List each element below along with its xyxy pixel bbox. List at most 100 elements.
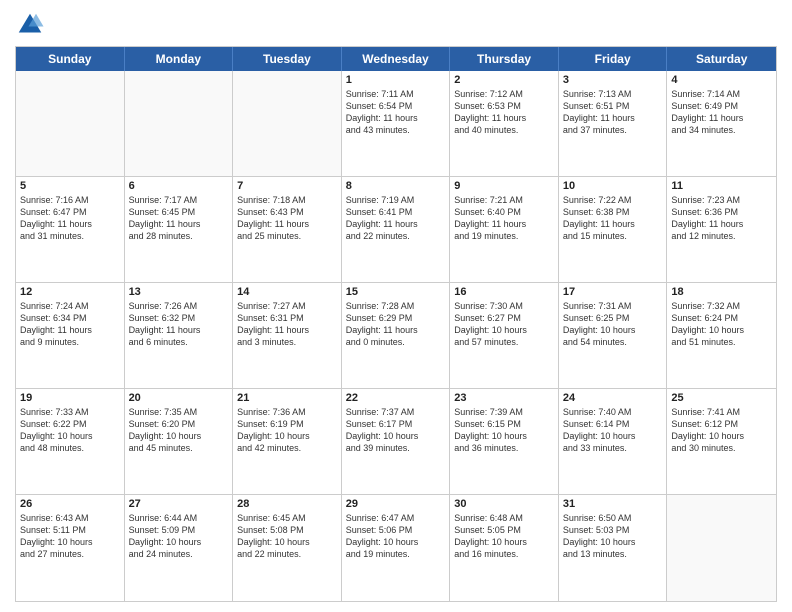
calendar-cell-w0-d5: 3 Sunrise: 7:13 AM Sunset: 6:51 PM Daylig… <box>559 71 668 176</box>
cell-day-number: 4 <box>671 74 772 86</box>
cell-info: Sunrise: 7:33 AM Sunset: 6:22 PM Dayligh… <box>20 406 120 455</box>
cell-info: Sunrise: 6:43 AM Sunset: 5:11 PM Dayligh… <box>20 512 120 561</box>
cell-day-number: 25 <box>671 392 772 404</box>
cell-day-number: 15 <box>346 286 446 298</box>
calendar-body: 1 Sunrise: 7:11 AM Sunset: 6:54 PM Daylig… <box>16 71 776 601</box>
calendar-cell-w1-d4: 9 Sunrise: 7:21 AM Sunset: 6:40 PM Daylig… <box>450 177 559 282</box>
cell-info: Sunrise: 7:26 AM Sunset: 6:32 PM Dayligh… <box>129 300 229 349</box>
cell-info: Sunrise: 7:18 AM Sunset: 6:43 PM Dayligh… <box>237 194 337 243</box>
cell-info: Sunrise: 7:22 AM Sunset: 6:38 PM Dayligh… <box>563 194 663 243</box>
cell-info: Sunrise: 7:12 AM Sunset: 6:53 PM Dayligh… <box>454 88 554 137</box>
calendar-cell-w0-d6: 4Sunrise: 7:14 AM Sunset: 6:49 PM Daylig… <box>667 71 776 176</box>
calendar-cell-w4-d6 <box>667 495 776 601</box>
cell-info: Sunrise: 6:47 AM Sunset: 5:06 PM Dayligh… <box>346 512 446 561</box>
calendar-row-3: 12 Sunrise: 7:24 AM Sunset: 6:34 PM Dayli… <box>16 283 776 389</box>
calendar-cell-w1-d2: 7Sunrise: 7:18 AM Sunset: 6:43 PM Daylig… <box>233 177 342 282</box>
calendar-cell-w4-d3: 29Sunrise: 6:47 AM Sunset: 5:06 PM Dayli… <box>342 495 451 601</box>
calendar-cell-w4-d5: 31 Sunrise: 6:50 AM Sunset: 5:03 PM Dayli… <box>559 495 668 601</box>
calendar-cell-w1-d1: 6 Sunrise: 7:17 AM Sunset: 6:45 PM Daylig… <box>125 177 234 282</box>
cell-day-number: 21 <box>237 392 337 404</box>
calendar-row-2: 5 Sunrise: 7:16 AM Sunset: 6:47 PM Daylig… <box>16 177 776 283</box>
cell-info: Sunrise: 7:24 AM Sunset: 6:34 PM Dayligh… <box>20 300 120 349</box>
cell-day-number: 23 <box>454 392 554 404</box>
cell-day-number: 8 <box>346 180 446 192</box>
cell-info: Sunrise: 7:41 AM Sunset: 6:12 PM Dayligh… <box>671 406 772 455</box>
header-day-friday: Friday <box>559 47 668 71</box>
calendar-cell-w3-d4: 23 Sunrise: 7:39 AM Sunset: 6:15 PM Dayli… <box>450 389 559 494</box>
logo <box>15 10 49 40</box>
calendar-cell-w4-d4: 30Sunrise: 6:48 AM Sunset: 5:05 PM Dayli… <box>450 495 559 601</box>
cell-day-number: 13 <box>129 286 229 298</box>
cell-day-number: 31 <box>563 498 663 510</box>
cell-day-number: 30 <box>454 498 554 510</box>
calendar-cell-w1-d5: 10 Sunrise: 7:22 AM Sunset: 6:38 PM Dayli… <box>559 177 668 282</box>
cell-day-number: 18 <box>671 286 772 298</box>
cell-day-number: 20 <box>129 392 229 404</box>
logo-icon <box>15 10 45 40</box>
cell-info: Sunrise: 7:13 AM Sunset: 6:51 PM Dayligh… <box>563 88 663 137</box>
cell-info: Sunrise: 7:17 AM Sunset: 6:45 PM Dayligh… <box>129 194 229 243</box>
cell-info: Sunrise: 7:19 AM Sunset: 6:41 PM Dayligh… <box>346 194 446 243</box>
calendar-cell-w3-d1: 20 Sunrise: 7:35 AM Sunset: 6:20 PM Dayli… <box>125 389 234 494</box>
calendar-row-4: 19 Sunrise: 7:33 AM Sunset: 6:22 PM Dayli… <box>16 389 776 495</box>
cell-info: Sunrise: 7:16 AM Sunset: 6:47 PM Dayligh… <box>20 194 120 243</box>
cell-day-number: 6 <box>129 180 229 192</box>
cell-info: Sunrise: 7:28 AM Sunset: 6:29 PM Dayligh… <box>346 300 446 349</box>
cell-info: Sunrise: 6:45 AM Sunset: 5:08 PM Dayligh… <box>237 512 337 561</box>
calendar-cell-w2-d3: 15 Sunrise: 7:28 AM Sunset: 6:29 PM Dayli… <box>342 283 451 388</box>
cell-day-number: 2 <box>454 74 554 86</box>
calendar-cell-w3-d6: 25 Sunrise: 7:41 AM Sunset: 6:12 PM Dayli… <box>667 389 776 494</box>
cell-info: Sunrise: 7:11 AM Sunset: 6:54 PM Dayligh… <box>346 88 446 137</box>
cell-info: Sunrise: 7:40 AM Sunset: 6:14 PM Dayligh… <box>563 406 663 455</box>
cell-info: Sunrise: 7:39 AM Sunset: 6:15 PM Dayligh… <box>454 406 554 455</box>
header-day-tuesday: Tuesday <box>233 47 342 71</box>
calendar-row-5: 26 Sunrise: 6:43 AM Sunset: 5:11 PM Dayli… <box>16 495 776 601</box>
calendar-cell-w1-d0: 5 Sunrise: 7:16 AM Sunset: 6:47 PM Daylig… <box>16 177 125 282</box>
calendar-cell-w4-d1: 27 Sunrise: 6:44 AM Sunset: 5:09 PM Dayli… <box>125 495 234 601</box>
cell-info: Sunrise: 7:27 AM Sunset: 6:31 PM Dayligh… <box>237 300 337 349</box>
cell-day-number: 11 <box>671 180 772 192</box>
cell-day-number: 14 <box>237 286 337 298</box>
cell-day-number: 9 <box>454 180 554 192</box>
calendar-cell-w2-d2: 14 Sunrise: 7:27 AM Sunset: 6:31 PM Dayli… <box>233 283 342 388</box>
cell-day-number: 10 <box>563 180 663 192</box>
cell-day-number: 3 <box>563 74 663 86</box>
calendar-cell-w4-d0: 26 Sunrise: 6:43 AM Sunset: 5:11 PM Dayli… <box>16 495 125 601</box>
cell-info: Sunrise: 6:44 AM Sunset: 5:09 PM Dayligh… <box>129 512 229 561</box>
calendar-cell-w3-d2: 21 Sunrise: 7:36 AM Sunset: 6:19 PM Dayli… <box>233 389 342 494</box>
calendar-row-1: 1 Sunrise: 7:11 AM Sunset: 6:54 PM Daylig… <box>16 71 776 177</box>
cell-day-number: 22 <box>346 392 446 404</box>
header-day-saturday: Saturday <box>667 47 776 71</box>
cell-info: Sunrise: 7:31 AM Sunset: 6:25 PM Dayligh… <box>563 300 663 349</box>
header-day-thursday: Thursday <box>450 47 559 71</box>
cell-day-number: 26 <box>20 498 120 510</box>
calendar-cell-w2-d0: 12 Sunrise: 7:24 AM Sunset: 6:34 PM Dayli… <box>16 283 125 388</box>
calendar-cell-w3-d3: 22Sunrise: 7:37 AM Sunset: 6:17 PM Dayli… <box>342 389 451 494</box>
cell-info: Sunrise: 7:21 AM Sunset: 6:40 PM Dayligh… <box>454 194 554 243</box>
header-day-monday: Monday <box>125 47 234 71</box>
cell-day-number: 17 <box>563 286 663 298</box>
calendar: SundayMondayTuesdayWednesdayThursdayFrid… <box>15 46 777 602</box>
calendar-header: SundayMondayTuesdayWednesdayThursdayFrid… <box>16 47 776 71</box>
header <box>15 10 777 40</box>
cell-info: Sunrise: 7:35 AM Sunset: 6:20 PM Dayligh… <box>129 406 229 455</box>
calendar-cell-w2-d6: 18 Sunrise: 7:32 AM Sunset: 6:24 PM Dayli… <box>667 283 776 388</box>
cell-info: Sunrise: 6:50 AM Sunset: 5:03 PM Dayligh… <box>563 512 663 561</box>
cell-day-number: 1 <box>346 74 446 86</box>
header-day-sunday: Sunday <box>16 47 125 71</box>
cell-day-number: 27 <box>129 498 229 510</box>
calendar-cell-w2-d4: 16Sunrise: 7:30 AM Sunset: 6:27 PM Dayli… <box>450 283 559 388</box>
calendar-cell-w0-d2 <box>233 71 342 176</box>
cell-info: Sunrise: 7:32 AM Sunset: 6:24 PM Dayligh… <box>671 300 772 349</box>
cell-day-number: 19 <box>20 392 120 404</box>
calendar-cell-w2-d1: 13 Sunrise: 7:26 AM Sunset: 6:32 PM Dayli… <box>125 283 234 388</box>
cell-info: Sunrise: 7:36 AM Sunset: 6:19 PM Dayligh… <box>237 406 337 455</box>
page: SundayMondayTuesdayWednesdayThursdayFrid… <box>0 0 792 612</box>
calendar-cell-w0-d3: 1 Sunrise: 7:11 AM Sunset: 6:54 PM Daylig… <box>342 71 451 176</box>
calendar-cell-w0-d4: 2 Sunrise: 7:12 AM Sunset: 6:53 PM Daylig… <box>450 71 559 176</box>
cell-day-number: 5 <box>20 180 120 192</box>
calendar-cell-w0-d1 <box>125 71 234 176</box>
cell-day-number: 12 <box>20 286 120 298</box>
calendar-cell-w3-d5: 24Sunrise: 7:40 AM Sunset: 6:14 PM Dayli… <box>559 389 668 494</box>
calendar-cell-w1-d6: 11Sunrise: 7:23 AM Sunset: 6:36 PM Dayli… <box>667 177 776 282</box>
